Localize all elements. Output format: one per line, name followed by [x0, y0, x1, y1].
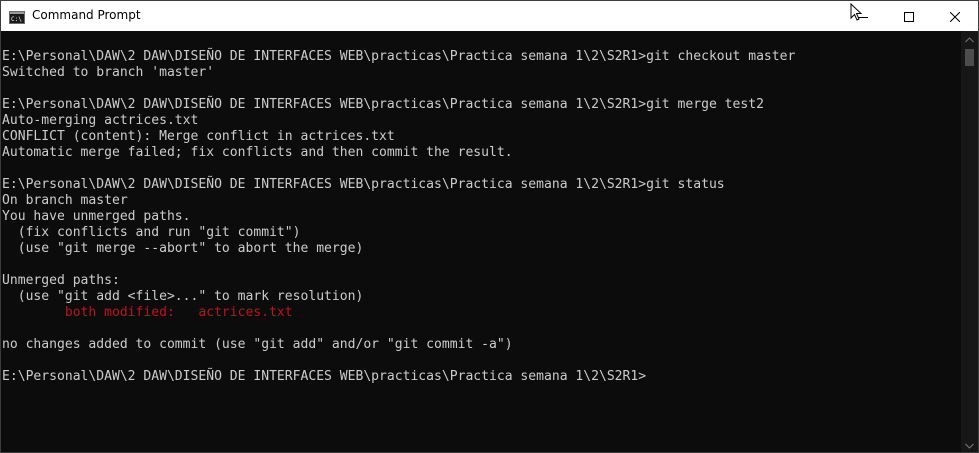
cmd-icon: C:\ — [9, 9, 25, 24]
maximize-button[interactable] — [886, 1, 932, 31]
console-line: both modified: actrices.txt — [2, 305, 293, 320]
command-prompt-window: C:\ Command Prompt E:\Personal\DAW\2 DAW… — [0, 0, 979, 453]
vertical-scrollbar[interactable] — [961, 31, 978, 452]
maximize-icon — [904, 7, 914, 26]
console-line: E:\Personal\DAW\2 DAW\DISEÑO DE INTERFAC… — [2, 97, 764, 112]
console-line: Automatic merge failed; fix conflicts an… — [2, 145, 513, 160]
chevron-up-icon — [965, 36, 974, 42]
mouse-cursor-icon — [850, 2, 863, 21]
minimize-button[interactable] — [840, 1, 886, 31]
scrollbar-thumb[interactable] — [965, 49, 974, 66]
console-line: On branch master — [2, 193, 128, 208]
chevron-down-icon — [965, 443, 974, 449]
console-line: You have unmerged paths. — [2, 209, 191, 224]
console-line: Switched to branch 'master' — [2, 65, 215, 80]
console-output[interactable]: E:\Personal\DAW\2 DAW\DISEÑO DE INTERFAC… — [1, 31, 961, 452]
console-line: (use "git merge --abort" to abort the me… — [2, 241, 364, 256]
scroll-down-button[interactable] — [961, 437, 978, 452]
console-line: Auto-merging actrices.txt — [2, 113, 199, 128]
close-button[interactable] — [932, 1, 978, 31]
scroll-up-button[interactable] — [961, 31, 978, 48]
console-line: CONFLICT (content): Merge conflict in ac… — [2, 129, 395, 144]
close-icon — [949, 7, 961, 26]
console-line: (fix conflicts and run "git commit") — [2, 225, 301, 240]
console-line: (use "git add <file>..." to mark resolut… — [2, 289, 364, 304]
window-title: Command Prompt — [32, 8, 141, 22]
console-line: E:\Personal\DAW\2 DAW\DISEÑO DE INTERFAC… — [2, 369, 647, 384]
console-line: no changes added to commit (use "git add… — [2, 337, 513, 352]
title-bar[interactable]: C:\ Command Prompt — [1, 1, 978, 31]
svg-text:C:\: C:\ — [11, 16, 22, 23]
console-line: Unmerged paths: — [2, 273, 120, 288]
console-line: E:\Personal\DAW\2 DAW\DISEÑO DE INTERFAC… — [2, 49, 796, 64]
console-line: E:\Personal\DAW\2 DAW\DISEÑO DE INTERFAC… — [2, 177, 725, 192]
